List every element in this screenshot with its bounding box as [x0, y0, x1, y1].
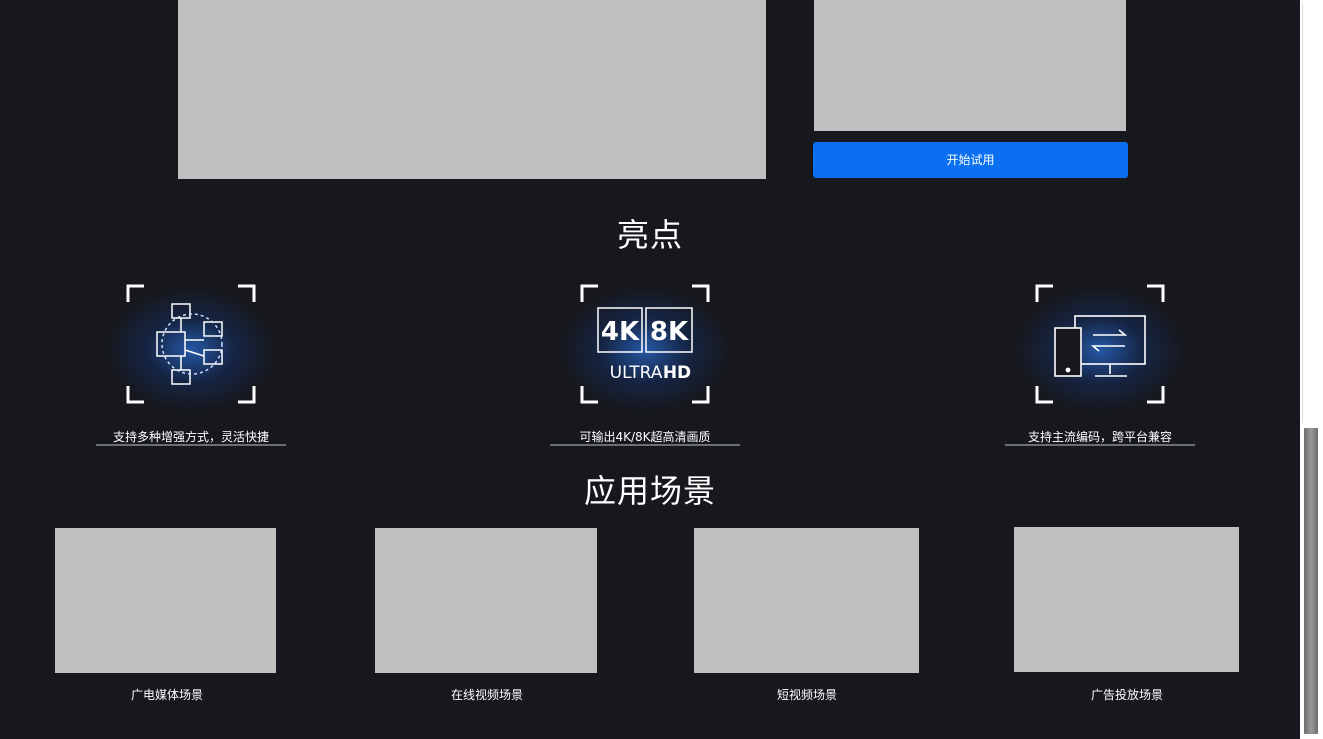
- banner-image-placeholder: [178, 0, 766, 179]
- scrollbar-upper-area[interactable]: [1302, 3, 1320, 423]
- badge-hd-text: HD: [663, 363, 691, 383]
- feature-caption: 支持多种增强方式，灵活快捷: [112, 430, 269, 444]
- scenario-image-placeholder[interactable]: [694, 528, 919, 673]
- badge-8k-text: 8K: [650, 317, 689, 347]
- start-trial-button[interactable]: 开始试用: [813, 142, 1128, 178]
- scenario-caption: 在线视频场景: [450, 688, 523, 702]
- highlights-title: 亮点: [616, 216, 683, 254]
- divider: [96, 444, 286, 446]
- scenario-caption: 广电媒体场景: [130, 688, 203, 702]
- scenario-image-placeholder[interactable]: [375, 528, 597, 673]
- feature-caption: 可输出4K/8K超高清画质: [579, 430, 711, 444]
- badge-ultra-text: ULTRA: [610, 363, 663, 383]
- scenarios-title: 应用场景: [583, 472, 716, 510]
- scenario-image-placeholder[interactable]: [1014, 527, 1239, 672]
- badge-4k-text: 4K: [601, 317, 640, 347]
- divider: [550, 444, 740, 446]
- 4k-8k-ultrahd-icon: 4K 8K ULTRA HD: [580, 284, 710, 404]
- device-sync-icon: [1035, 284, 1165, 404]
- workflow-diagram-icon: [126, 284, 256, 404]
- scenario-caption: 短视频场景: [776, 688, 837, 702]
- page: 开始试用 亮点 支持多种增强方式，灵活快捷 4K 8K ULTRA HD 可输出…: [0, 0, 1300, 739]
- scenario-image-placeholder[interactable]: [55, 528, 276, 673]
- scenario-caption: 广告投放场景: [1090, 688, 1163, 702]
- scrollbar-thumb[interactable]: [1304, 428, 1318, 734]
- demo-image-placeholder: [814, 0, 1126, 131]
- feature-caption: 支持主流编码，跨平台兼容: [1027, 430, 1172, 444]
- divider: [1005, 444, 1195, 446]
